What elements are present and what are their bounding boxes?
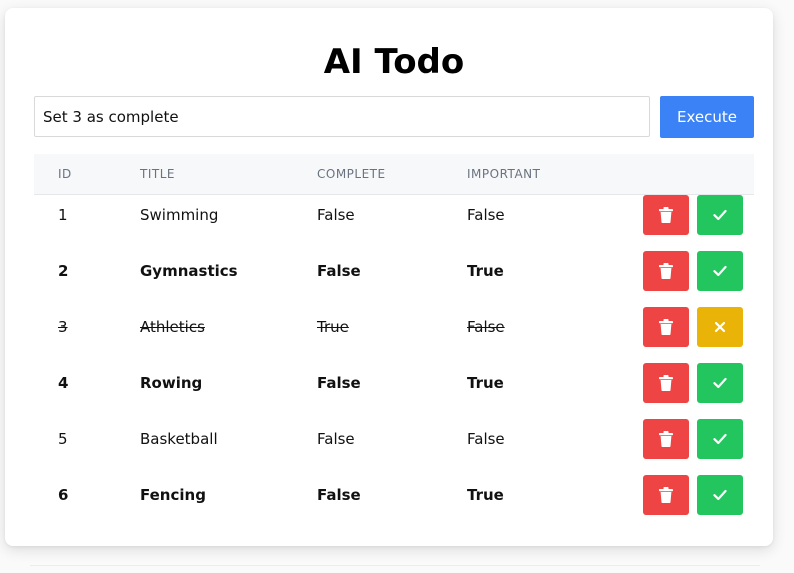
cell-id: 1 (58, 206, 68, 224)
trash-icon (659, 263, 673, 279)
cell-id: 2 (58, 262, 69, 280)
cell-important: True (467, 486, 504, 504)
cell-title: Rowing (140, 374, 203, 392)
todo-card: AI Todo Execute ID TITLE COMPLETE IMPORT… (5, 8, 773, 546)
divider (30, 565, 760, 566)
cell-complete: False (317, 262, 361, 280)
cell-id: 3 (58, 318, 68, 336)
trash-icon (659, 431, 673, 447)
cell-important: False (467, 430, 505, 448)
command-input[interactable] (34, 96, 650, 137)
check-icon (713, 433, 727, 445)
complete-button[interactable] (697, 251, 743, 291)
delete-button[interactable] (643, 363, 689, 403)
trash-icon (659, 375, 673, 391)
check-icon (713, 265, 727, 277)
trash-icon (659, 487, 673, 503)
x-icon (714, 321, 726, 333)
cell-complete: True (317, 318, 349, 336)
cell-complete: False (317, 430, 355, 448)
cell-title: Gymnastics (140, 262, 238, 280)
complete-button[interactable] (697, 363, 743, 403)
trash-icon (659, 319, 673, 335)
table-row: 4 Rowing False True (34, 355, 754, 411)
delete-button[interactable] (643, 307, 689, 347)
page-title: AI Todo (323, 42, 465, 82)
table-row: 1 Swimming False False (34, 187, 754, 243)
cell-important: True (467, 262, 504, 280)
trash-icon (659, 207, 673, 223)
delete-button[interactable] (643, 195, 689, 235)
cell-important: False (467, 206, 505, 224)
check-icon (713, 489, 727, 501)
cell-title: Basketball (140, 430, 218, 448)
delete-button[interactable] (643, 419, 689, 459)
cell-important: False (467, 318, 505, 336)
cell-title: Swimming (140, 206, 219, 224)
cell-complete: False (317, 374, 361, 392)
table-row: 6 Fencing False True (34, 467, 754, 523)
cell-complete: False (317, 206, 355, 224)
table-row: 2 Gymnastics False True (34, 243, 754, 299)
table-row: 5 Basketball False False (34, 411, 754, 467)
check-icon (713, 377, 727, 389)
check-icon (713, 209, 727, 221)
delete-button[interactable] (643, 251, 689, 291)
execute-button[interactable]: Execute (660, 96, 754, 138)
delete-button[interactable] (643, 475, 689, 515)
complete-button[interactable] (697, 195, 743, 235)
undo-complete-button[interactable] (697, 307, 743, 347)
complete-button[interactable] (697, 419, 743, 459)
cell-title: Athletics (140, 318, 205, 336)
cell-important: True (467, 374, 504, 392)
cell-title: Fencing (140, 486, 206, 504)
table-row: 3 Athletics True False (34, 299, 754, 355)
cell-complete: False (317, 486, 361, 504)
cell-id: 6 (58, 486, 69, 504)
cell-id: 4 (58, 374, 69, 392)
cell-id: 5 (58, 430, 68, 448)
complete-button[interactable] (697, 475, 743, 515)
